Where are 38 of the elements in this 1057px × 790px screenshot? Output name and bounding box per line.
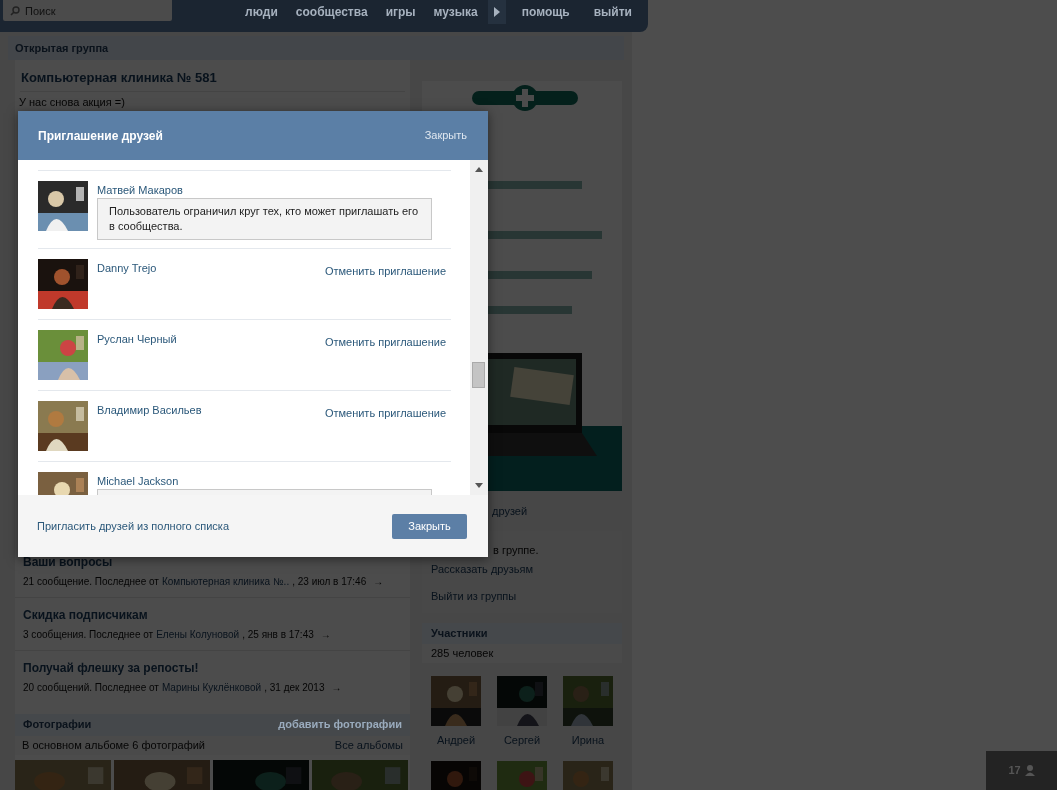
close-link[interactable]: Закрыть — [424, 127, 467, 144]
all-albums-link[interactable]: Все альбомы — [334, 737, 403, 754]
members-count: 285 человек — [431, 646, 494, 662]
cancel-invite-link[interactable]: Отменить приглашение — [324, 334, 446, 351]
topic-title[interactable]: Получай флешку за репосты! — [23, 658, 402, 677]
group-status: У нас снова акция =) — [19, 95, 126, 109]
photos-summary: В основном альбоме 6 фотографий — [22, 738, 205, 754]
author-link[interactable]: Елены Колуновой — [156, 627, 240, 643]
friend-name[interactable]: Владимир Васильев — [97, 401, 202, 417]
friend-name[interactable]: Michael Jackson — [97, 472, 179, 488]
add-photos-link[interactable]: добавить фотографии — [278, 716, 402, 733]
topic-meta: 21 сообщение. Последнее от Компьютерная клиника №.. , 23 июл в 17:46 → — [23, 573, 385, 590]
search-field[interactable]: Поиск — [3, 0, 172, 21]
friend-name[interactable]: Руслан Черный — [97, 330, 177, 346]
author-link[interactable]: Марины Куклёнковой — [161, 680, 262, 696]
cancel-invite-link[interactable]: Отменить приглашение — [324, 263, 446, 280]
nav-link[interactable]: сообщества — [295, 3, 368, 21]
topic-title[interactable]: Скидка подписчикам — [23, 605, 402, 624]
invite-full-list-link[interactable]: Пригласить друзей из полного списка — [37, 517, 229, 535]
members-title: Участники — [431, 626, 488, 642]
friend-name[interactable]: Матвей Макаров — [97, 181, 183, 197]
nav-link[interactable]: выйти — [593, 3, 632, 21]
author-link[interactable]: Компьютерная клиника №.. — [161, 574, 290, 590]
close-button[interactable]: Закрыть — [392, 513, 467, 539]
topic-meta: 20 сообщений. Последнее от Марины Куклёнковой , 31 дек 2013 → — [23, 679, 343, 696]
nav-link[interactable]: люди — [245, 3, 278, 21]
nav-link[interactable]: музыка — [433, 3, 478, 21]
friend-name[interactable]: Danny Trejo — [97, 259, 157, 275]
cancel-invite-link[interactable]: Отменить приглашение — [324, 405, 446, 422]
group-title: Компьютерная клиника № 581 — [20, 70, 217, 85]
topic-meta: 3 сообщения. Последнее от Елены Колуновой , 25 янв в 17:43 → — [23, 626, 332, 643]
dialog-title: Приглашение друзей — [38, 127, 163, 145]
nav-link[interactable]: игры — [385, 3, 416, 21]
restriction-notice: Пользователь ограничил круг тех, кто может приглашать его в сообщества. — [97, 198, 432, 240]
photos-title: Фотографии — [23, 717, 92, 733]
nav-link[interactable]: помощь — [521, 3, 570, 21]
membership-status: в группе. — [492, 543, 540, 558]
group-type-label: Открытая группа — [15, 40, 109, 56]
